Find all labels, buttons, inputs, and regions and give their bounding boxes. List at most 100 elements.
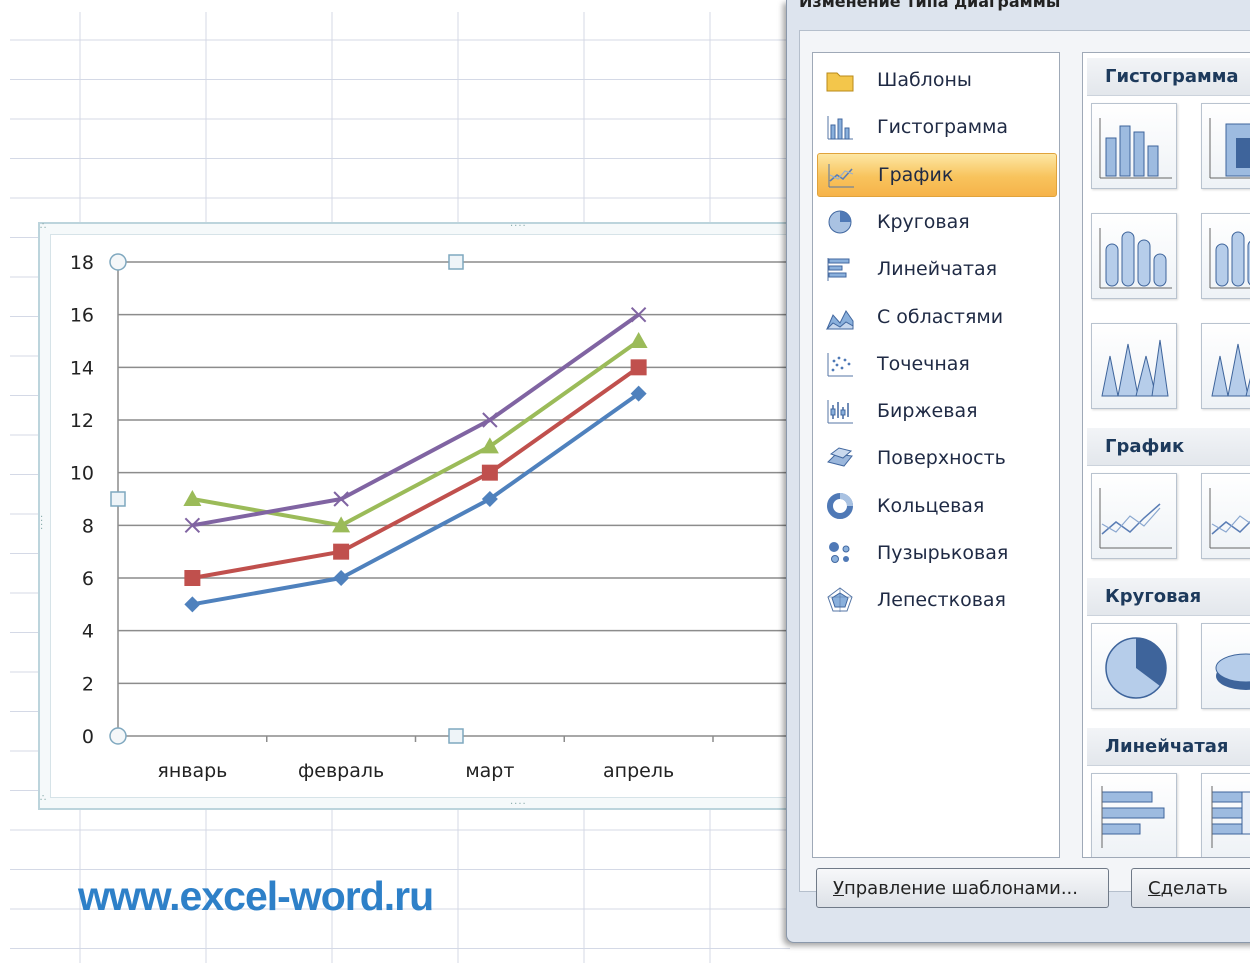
site-watermark: www.excel-word.ru: [78, 873, 434, 919]
category-label: Лепестковая: [877, 589, 1006, 612]
chart-object[interactable]: ···· ···· · · · · ∴ ∴ 0 2 4 6 8 10 12 14 16 18 январь…: [38, 222, 798, 810]
category-label: Точечная: [877, 352, 970, 375]
column-chart-icon: [825, 112, 855, 142]
plot-resize-handle[interactable]: [448, 254, 464, 270]
series-line[interactable]: [192, 339, 640, 528]
cone-chart-thumb[interactable]: [1201, 323, 1250, 409]
series-line[interactable]: [192, 392, 640, 607]
category-label: Кольцевая: [877, 494, 985, 517]
category-label: Круговая: [877, 210, 970, 233]
gallery-group-header: График: [1087, 428, 1250, 466]
cone-chart-thumb[interactable]: [1091, 323, 1177, 409]
manage-templates-button[interactable]: Управление шаблонами...: [816, 868, 1109, 908]
bubble-chart-icon: [825, 538, 855, 568]
doughnut-chart-icon: [825, 491, 855, 521]
chart-preview-icon: [1209, 488, 1250, 549]
category-label: Линейчатая: [877, 258, 998, 281]
plot-resize-handle[interactable]: [110, 491, 126, 507]
plot-resize-handle[interactable]: [109, 727, 127, 745]
line-chart-icon: [826, 160, 856, 190]
category-item[interactable]: Круговая: [817, 200, 1057, 244]
area-chart-icon: [825, 302, 855, 332]
plot-resize-handle[interactable]: [448, 728, 464, 744]
chart-preview-icon: [1101, 339, 1169, 397]
y-tick-label: 2: [82, 673, 94, 695]
chart-preview-icon: [1215, 653, 1250, 690]
pie-chart-icon: [825, 207, 855, 237]
set-as-default-button[interactable]: Сделать: [1131, 868, 1250, 908]
category-item[interactable]: Шаблоны: [817, 58, 1057, 102]
bar-chart-thumb[interactable]: [1201, 773, 1250, 857]
bar-chart-icon: [825, 254, 855, 284]
y-tick-label: 10: [70, 463, 94, 485]
radar-chart-icon: [825, 585, 855, 615]
category-item[interactable]: Биржевая: [817, 389, 1057, 433]
bar-chart-thumb[interactable]: [1091, 773, 1177, 857]
stock-chart-icon: [825, 396, 855, 426]
cylinder-chart-thumb[interactable]: [1091, 213, 1177, 299]
chart-preview-icon: [1211, 786, 1250, 848]
category-item[interactable]: График: [817, 152, 1057, 197]
category-item[interactable]: С областями: [817, 295, 1057, 339]
gallery-group-header: Линейчатая: [1087, 728, 1250, 766]
category-item[interactable]: Гистограмма: [817, 105, 1057, 149]
y-tick-label: 6: [82, 568, 94, 590]
category-label: С областями: [877, 305, 1004, 328]
y-tick-label: 8: [82, 515, 94, 537]
y-tick-label: 12: [70, 410, 94, 432]
category-label: Биржевая: [877, 400, 978, 423]
y-tick-label: 16: [70, 305, 94, 327]
data-point[interactable]: [184, 596, 201, 613]
category-label: Шаблоны: [877, 69, 972, 91]
data-point[interactable]: [183, 490, 202, 506]
column-chart-thumb[interactable]: [1201, 103, 1250, 189]
chart-type-gallery: Гистограмма График Круговая Линейчатая: [1082, 52, 1250, 858]
plot-area[interactable]: 0 2 4 6 8 10 12 14 16 18 январь февраль март апрель: [40, 224, 798, 810]
dialog-title: Изменение типа диаграммы: [799, 0, 1061, 11]
chart-preview-icon: [1101, 786, 1165, 848]
y-tick-label: 18: [70, 252, 94, 274]
pie-chart-thumb[interactable]: [1201, 623, 1250, 709]
data-point[interactable]: [333, 570, 350, 586]
category-label: Поверхность: [877, 447, 1006, 470]
line-chart-thumb[interactable]: [1201, 473, 1250, 559]
data-point[interactable]: [481, 464, 498, 481]
chart-preview-icon: [1099, 228, 1172, 289]
pie-chart-thumb[interactable]: [1091, 623, 1177, 709]
y-tick-label: 0: [82, 726, 94, 748]
category-item[interactable]: Поверхность: [817, 436, 1057, 480]
line-chart-thumb[interactable]: [1091, 473, 1177, 559]
data-point[interactable]: [333, 543, 350, 560]
chart-preview-icon: [1099, 118, 1172, 179]
category-item[interactable]: Кольцевая: [817, 484, 1057, 528]
category-item[interactable]: Линейчатая: [817, 247, 1057, 291]
category-label: Пузырьковая: [877, 542, 1009, 564]
cylinder-chart-thumb[interactable]: [1201, 213, 1250, 299]
chart-preview-icon: [1209, 118, 1250, 179]
category-label: График: [878, 163, 954, 186]
plot-resize-handle[interactable]: [109, 253, 127, 271]
column-chart-thumb[interactable]: [1091, 103, 1177, 189]
category-label: Гистограмма: [877, 116, 1009, 139]
chart-category-list: Шаблоны Гистограмма График Круговая Линейчат…: [812, 52, 1060, 858]
gallery-group-header: Круговая: [1087, 578, 1250, 616]
data-point[interactable]: [184, 570, 201, 586]
manage-templates-accesskey: У: [833, 877, 844, 899]
data-point[interactable]: [630, 359, 647, 376]
change-chart-type-dialog: Изменение типа диаграммы Шаблоны Гистогра…: [786, 0, 1250, 943]
set-default-label: делать: [1160, 877, 1228, 899]
x-tick-label: январь: [157, 760, 227, 782]
y-tick-label: 4: [82, 621, 94, 643]
surface-chart-icon: [825, 443, 855, 473]
x-tick-label: февраль: [298, 760, 384, 782]
x-tick-label: март: [465, 760, 514, 782]
scatter-chart-icon: [825, 349, 855, 379]
data-point[interactable]: [629, 332, 648, 348]
category-item[interactable]: Точечная: [817, 342, 1057, 386]
chart-preview-icon: [1105, 637, 1167, 699]
set-default-accesskey: С: [1148, 877, 1161, 899]
category-item[interactable]: Лепестковая: [817, 578, 1057, 622]
gallery-group-header: Гистограмма: [1087, 58, 1250, 96]
chart-preview-icon: [1099, 488, 1172, 549]
category-item[interactable]: Пузырьковая: [817, 531, 1057, 575]
